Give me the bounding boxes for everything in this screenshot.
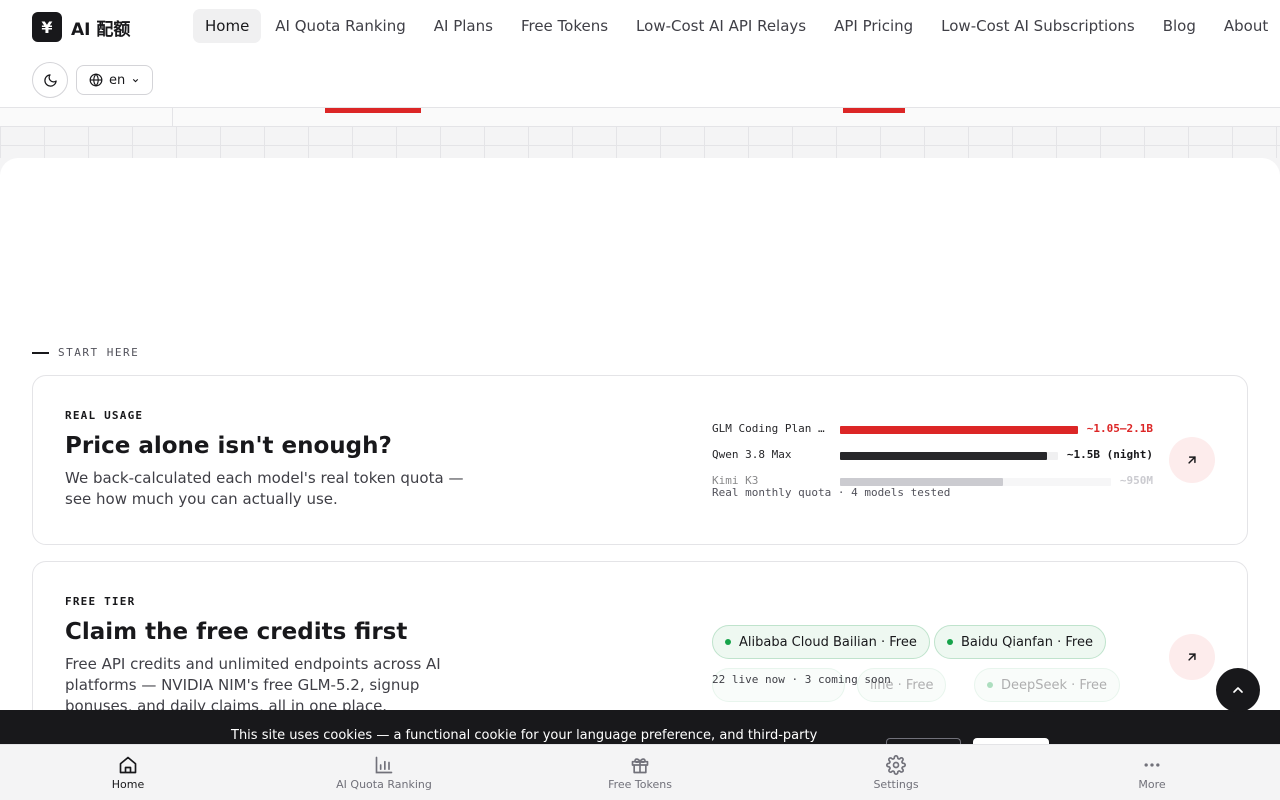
chip-label: Alibaba Cloud Bailian · Free (739, 634, 917, 650)
card-eyebrow: FREE TIER (65, 595, 136, 608)
quota-footer: Real monthly quota · 4 models tested (712, 486, 951, 499)
chip-label: Baidu Qianfan · Free (961, 634, 1093, 650)
cookie-text: This site uses cookies — a functional co… (231, 728, 818, 743)
tab-more[interactable]: More (1024, 745, 1280, 800)
globe-icon (89, 73, 103, 87)
tab-ai-quota-ranking[interactable]: AI Quota Ranking (256, 745, 512, 800)
nav-ai-quota-ranking[interactable]: AI Quota Ranking (261, 9, 419, 43)
gear-icon (886, 755, 906, 775)
quota-bar (840, 426, 1078, 434)
card-title: Price alone isn't enough? (65, 433, 392, 459)
section-label: START HERE (32, 346, 139, 359)
ticker-highlight (325, 108, 421, 113)
logo-mark: ¥ (32, 12, 62, 42)
status-dot (987, 682, 993, 688)
nav-home[interactable]: Home (193, 9, 262, 43)
card-description: Free API credits and unlimited endpoints… (65, 655, 441, 715)
tab-label: AI Quota Ranking (336, 778, 432, 791)
quota-track (840, 426, 1078, 434)
cookie-banner: This site uses cookies — a functional co… (0, 710, 1280, 744)
language-value: en (109, 72, 126, 88)
chevron-down-icon (133, 78, 139, 82)
gift-icon (631, 758, 649, 774)
site-header: ¥ AI 配额 Home AI Quota Ranking AI Plans F… (0, 0, 1280, 108)
tab-label: Free Tokens (608, 778, 672, 791)
scroll-to-top-button[interactable] (1216, 668, 1260, 712)
card-description: We back-calculated each model's real tok… (65, 469, 464, 508)
tab-label: More (1138, 778, 1166, 791)
tab-free-tokens[interactable]: Free Tokens (512, 745, 768, 800)
quota-row: GLM Coding Plan … ~1.05–2.1B (712, 422, 1153, 436)
status-dot (725, 639, 731, 645)
open-card-button[interactable] (1169, 634, 1215, 680)
arrow-up-right-icon (1188, 456, 1196, 464)
nav-blog[interactable]: Blog (1149, 9, 1210, 43)
quota-row: Qwen 3.8 Max ~1.5B (night) (712, 448, 1153, 462)
provider-chip[interactable]: Baidu Qianfan · Free (934, 625, 1106, 659)
logo[interactable]: ¥ AI 配额 (32, 12, 130, 42)
moon-icon (43, 73, 57, 87)
nav-about[interactable]: About (1210, 9, 1280, 43)
nav-free-tokens[interactable]: Free Tokens (507, 9, 622, 43)
quota-value: ~950M (1119, 474, 1153, 487)
open-card-button[interactable] (1169, 437, 1215, 483)
bottom-tab-bar: Home AI Quota Ranking Free Tokens Settin… (0, 744, 1280, 800)
status-dot (947, 639, 953, 645)
theme-toggle-button[interactable] (32, 62, 68, 98)
bar-chart-icon (375, 756, 393, 774)
quota-value: ~1.5B (night) (1066, 448, 1153, 461)
quota-label: GLM Coding Plan … (712, 422, 825, 435)
more-icon (1144, 763, 1160, 767)
quota-bar (840, 452, 1048, 460)
provider-chip[interactable]: Alibaba Cloud Bailian · Free (712, 625, 930, 659)
quota-bar (840, 478, 1003, 486)
nav-low-cost-api-relays[interactable]: Low-Cost AI API Relays (622, 9, 820, 43)
real-usage-card[interactable]: REAL USAGE Price alone isn't enough? We … (32, 375, 1248, 545)
tab-label: Settings (873, 778, 919, 791)
card-title: Claim the free credits first (65, 619, 408, 645)
quota-track (840, 452, 1058, 460)
ticker-divider (172, 108, 173, 127)
tab-label: Home (111, 778, 145, 791)
ticker-highlight (843, 108, 905, 113)
home-icon (119, 756, 137, 774)
chip-label: DeepSeek · Free (1001, 677, 1108, 693)
section-label-text: START HERE (58, 346, 140, 359)
language-select[interactable]: en (76, 65, 154, 95)
section-dash (32, 351, 49, 354)
main-nav: Home AI Quota Ranking AI Plans Free Toke… (193, 9, 1280, 43)
chips-footer: 22 live now · 3 coming soon (712, 673, 891, 686)
arrow-up-right-icon (1188, 653, 1196, 661)
chevron-up-icon (1233, 687, 1243, 693)
tab-home[interactable]: Home (0, 745, 256, 800)
nav-low-cost-subscriptions[interactable]: Low-Cost AI Subscriptions (927, 9, 1149, 43)
ticker-strip (0, 108, 1280, 127)
nav-ai-plans[interactable]: AI Plans (420, 9, 507, 43)
quota-track (840, 478, 1111, 486)
tab-settings[interactable]: Settings (768, 745, 1024, 800)
card-eyebrow: REAL USAGE (65, 409, 144, 422)
quota-value: ~1.05–2.1B (1086, 422, 1153, 435)
quota-label: Qwen 3.8 Max (712, 448, 792, 461)
nav-api-pricing[interactable]: API Pricing (820, 9, 927, 43)
provider-chip[interactable]: DeepSeek · Free (974, 668, 1121, 702)
background-grid (0, 127, 1280, 158)
logo-text: AI 配额 (71, 19, 131, 40)
